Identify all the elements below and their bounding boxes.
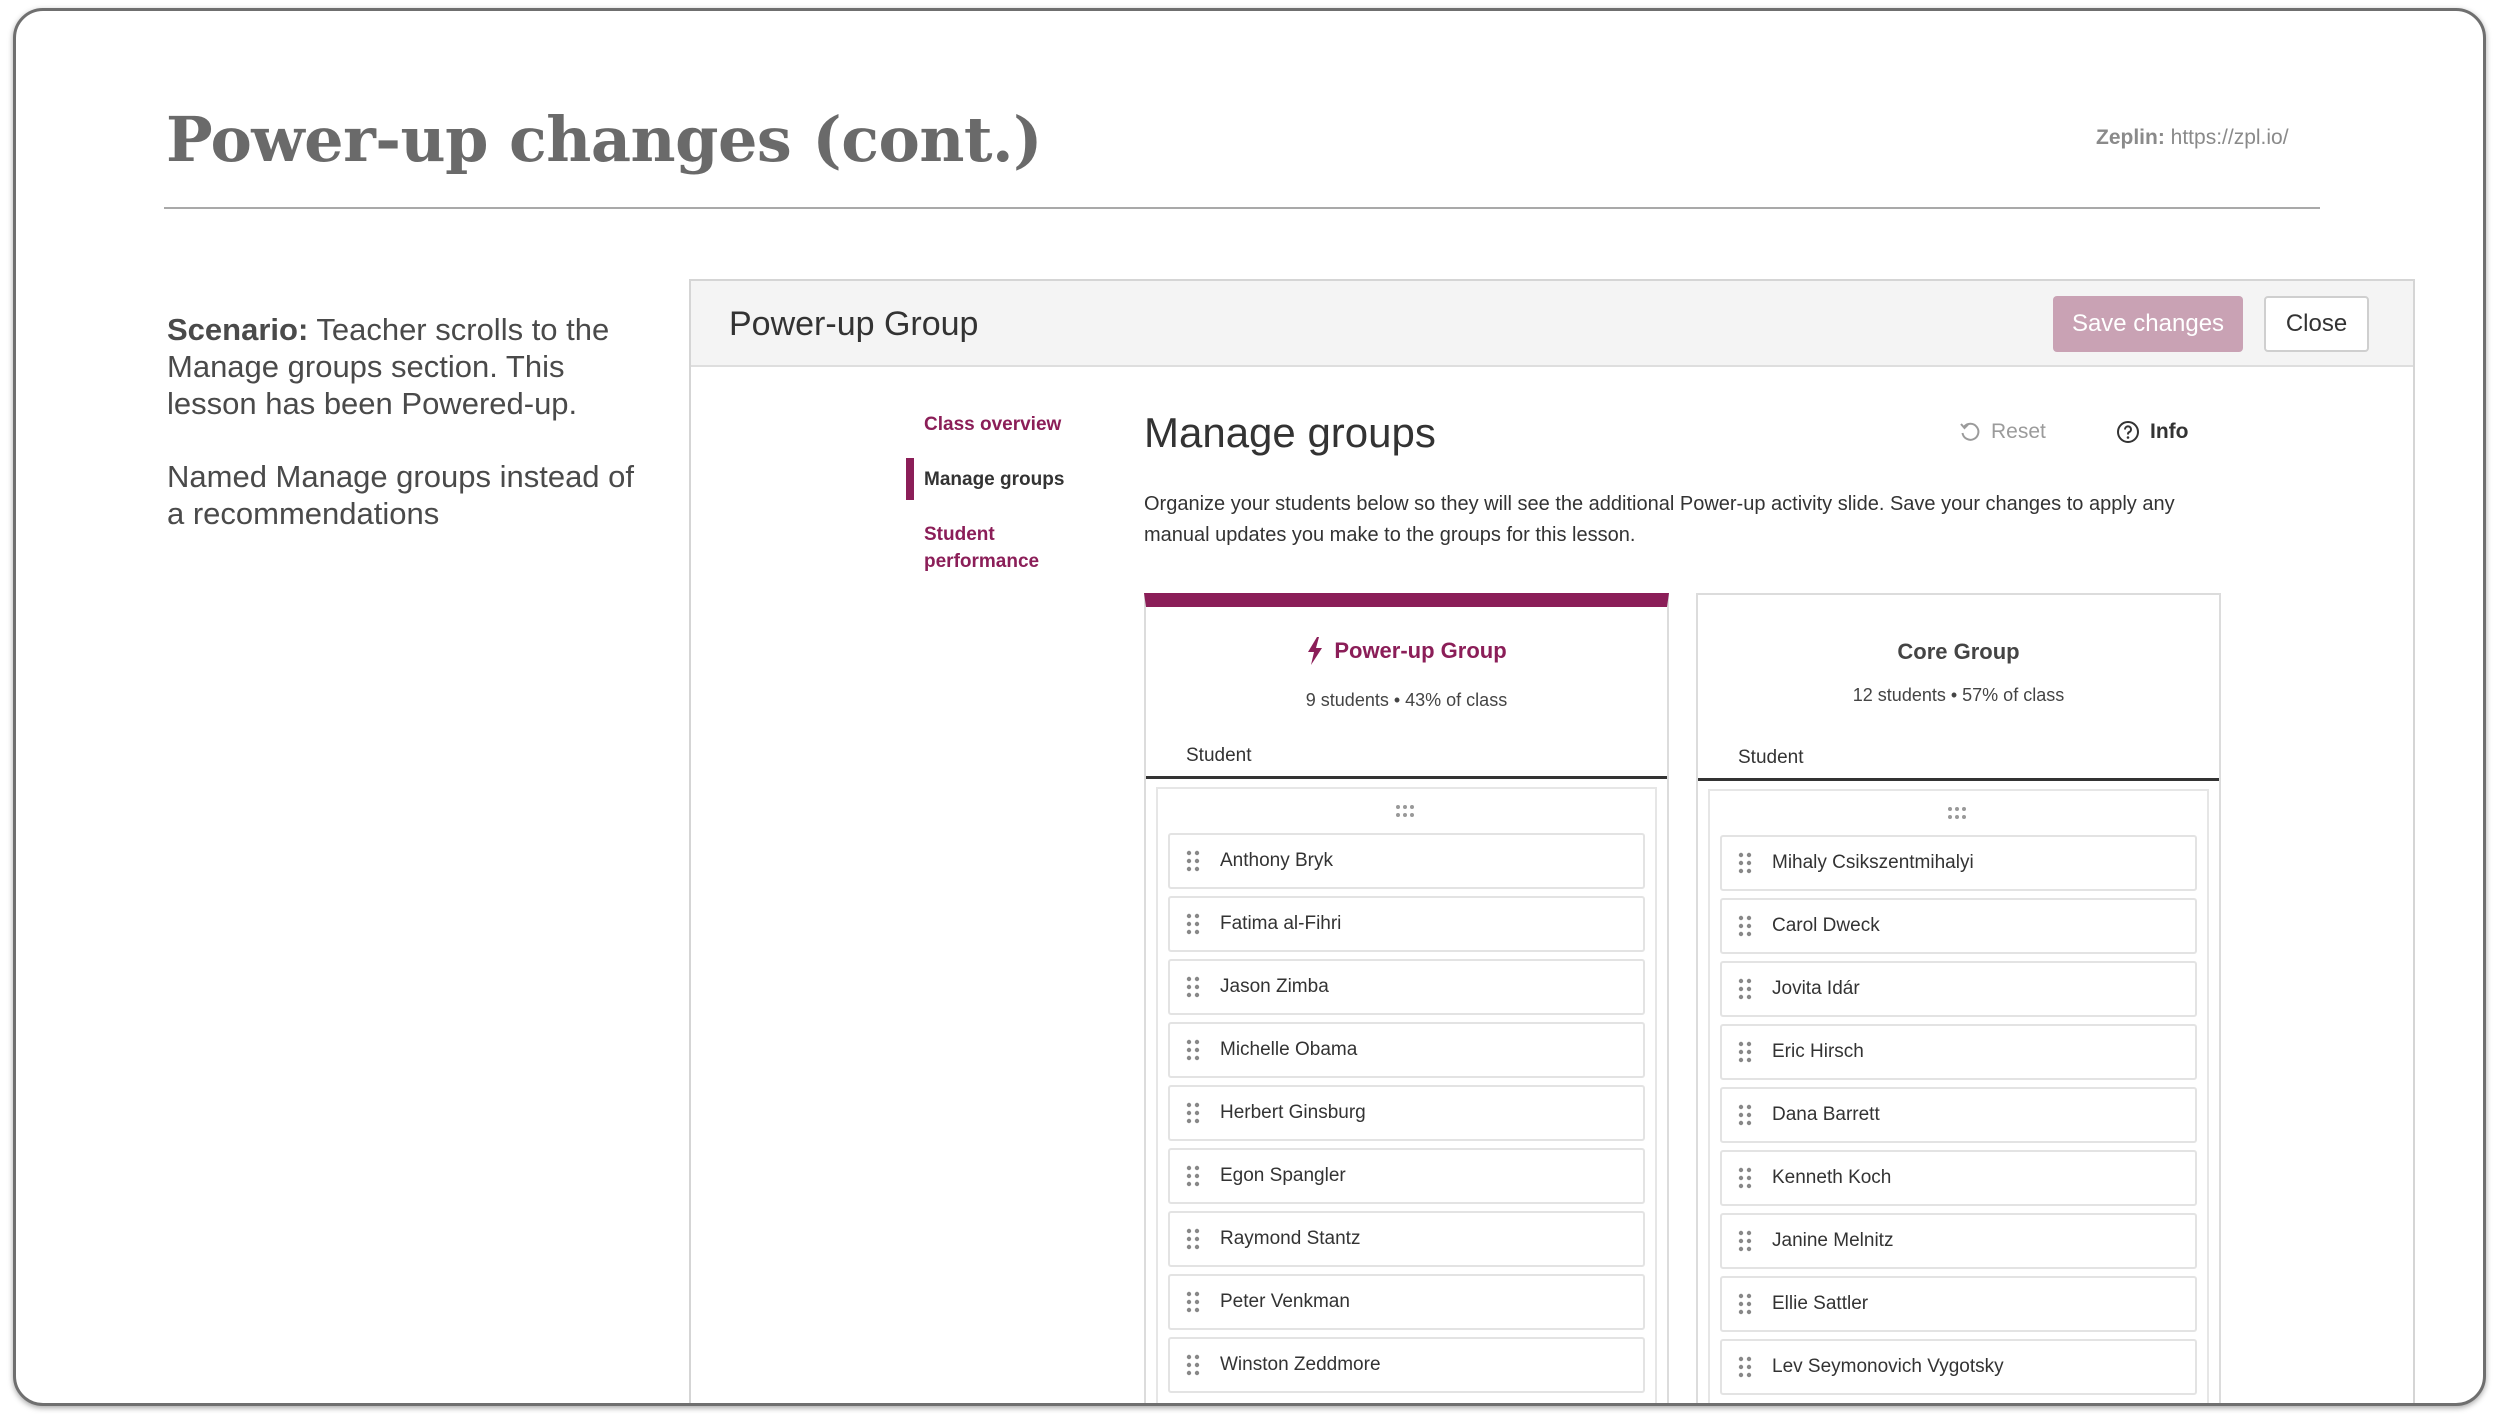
student-drop-list[interactable]: Anthony Bryk Fatima al-Fihri Jason Zimba Mi… (1156, 787, 1657, 1403)
student-row[interactable]: Dana Barrett (1720, 1087, 2197, 1143)
student-row[interactable]: Ellie Sattler (1720, 1276, 2197, 1332)
modal-header: Power-up Group Save changes Close (691, 281, 2413, 367)
drag-grip-icon[interactable] (1738, 1355, 1752, 1379)
drag-grip-icon[interactable] (1186, 1101, 1200, 1125)
student-name: Mihaly Csikszentmihalyi (1772, 852, 1974, 873)
scenario-note: Named Manage groups instead of a recomme… (167, 459, 635, 531)
scenario-lead: Scenario: (167, 312, 309, 347)
student-row[interactable]: Raymond Stantz (1168, 1211, 1645, 1267)
nav-item-class-overview[interactable]: Class overview (906, 411, 1061, 438)
drag-grip-icon[interactable] (1186, 1353, 1200, 1377)
slide-title: Power-up changes (cont.) (166, 103, 1042, 176)
scenario-notes: Scenario: Teacher scrolls to the Manage … (167, 311, 637, 568)
student-name: Janine Melnitz (1772, 1230, 1894, 1251)
modal-title: Power-up Group (729, 305, 979, 343)
student-name: Jason Zimba (1220, 976, 1329, 997)
student-name: Dana Barrett (1772, 1104, 1880, 1125)
student-name: Lev Seymonovich Vygotsky (1772, 1356, 2004, 1377)
student-row[interactable]: Fatima al-Fihri (1168, 896, 1645, 952)
close-button[interactable]: Close (2264, 296, 2369, 352)
drag-grip-icon[interactable] (1738, 977, 1752, 1001)
drag-grip-icon[interactable] (1186, 1290, 1200, 1314)
info-label: Info (2150, 420, 2189, 443)
power-up-modal: Power-up Group Save changes Close Class … (689, 279, 2415, 1403)
student-drop-list[interactable]: Mihaly Csikszentmihalyi Carol Dweck Jovita… (1708, 789, 2209, 1403)
section-description: Organize your students below so they wil… (1144, 493, 2175, 546)
student-name: Jovita Idár (1772, 978, 1860, 999)
student-row[interactable]: Carol Dweck (1720, 898, 2197, 954)
section-title: Manage groups (1144, 409, 1436, 456)
group-stats: 12 students • 57% of class (1852, 685, 2065, 705)
slide: Power-up changes (cont.) Zeplin: https:/… (13, 8, 2486, 1406)
reset-label: Reset (1991, 420, 2046, 443)
drag-grip-icon[interactable] (1738, 914, 1752, 938)
group-stats: 9 students • 43% of class (1305, 690, 1508, 710)
drag-grip-icon[interactable] (1738, 851, 1752, 875)
column-header-student: Student (1146, 745, 1667, 779)
student-row[interactable]: Winston Zeddmore (1168, 1337, 1645, 1393)
student-row[interactable]: Kenneth Koch (1720, 1150, 2197, 1206)
student-name: Fatima al-Fihri (1220, 913, 1342, 934)
student-row[interactable]: Herbert Ginsburg (1168, 1085, 1645, 1141)
drag-grip-icon[interactable] (1186, 975, 1200, 999)
student-row[interactable]: Jovita Idár (1720, 961, 2197, 1017)
reset-button[interactable]: Reset (1959, 420, 2046, 444)
student-list: Mihaly Csikszentmihalyi Carol Dweck Jovita… (1710, 835, 2207, 1395)
save-changes-button[interactable]: Save changes (2053, 296, 2243, 352)
student-row[interactable]: Mihaly Csikszentmihalyi (1720, 835, 2197, 891)
zeplin-link[interactable]: Zeplin: https://zpl.io/ (2096, 126, 2289, 150)
core-group-card: Core Group 12 students • 57% of class St… (1696, 593, 2221, 1403)
student-row[interactable]: Michelle Obama (1168, 1022, 1645, 1078)
student-row[interactable]: Peter Venkman (1168, 1274, 1645, 1330)
column-header-student: Student (1698, 747, 2219, 781)
student-name: Carol Dweck (1772, 915, 1880, 936)
help-circle-icon (2117, 421, 2139, 443)
zeplin-label: Zeplin: (2096, 126, 2165, 149)
group-name: Power-up Group (1334, 638, 1507, 663)
student-name: Herbert Ginsburg (1220, 1102, 1366, 1123)
student-name: Egon Spangler (1220, 1165, 1346, 1186)
group-name: Core Group (1897, 639, 2020, 664)
student-row[interactable]: Janine Melnitz (1720, 1213, 2197, 1269)
drag-grip-icon[interactable] (1738, 1292, 1752, 1316)
lightning-bolt-icon (1308, 637, 1323, 665)
drag-grip-icon[interactable] (1738, 1103, 1752, 1127)
drag-grip-icon[interactable] (1186, 849, 1200, 873)
student-name: Peter Venkman (1220, 1291, 1350, 1312)
drag-handle-icon[interactable] (1158, 789, 1655, 833)
student-name: Kenneth Koch (1772, 1167, 1892, 1188)
title-divider (164, 207, 2320, 209)
drag-handle-icon[interactable] (1710, 791, 2207, 835)
student-name: Raymond Stantz (1220, 1228, 1361, 1249)
student-row[interactable]: Anthony Bryk (1168, 833, 1645, 889)
drag-grip-icon[interactable] (1186, 1227, 1200, 1251)
nav-item-manage-groups[interactable]: Manage groups (906, 458, 1064, 500)
drag-grip-icon[interactable] (1186, 912, 1200, 936)
student-name: Winston Zeddmore (1220, 1354, 1381, 1375)
student-name: Ellie Sattler (1772, 1293, 1869, 1314)
student-row[interactable]: Eric Hirsch (1720, 1024, 2197, 1080)
student-row[interactable]: Jason Zimba (1168, 959, 1645, 1015)
nav-item-student-performance[interactable]: Student performance (906, 521, 1076, 575)
student-list: Anthony Bryk Fatima al-Fihri Jason Zimba Mi… (1158, 833, 1655, 1393)
student-name: Eric Hirsch (1772, 1041, 1864, 1062)
drag-grip-icon[interactable] (1738, 1040, 1752, 1064)
reset-icon (1960, 422, 1980, 441)
drag-grip-icon[interactable] (1738, 1166, 1752, 1190)
student-row[interactable]: Lev Seymonovich Vygotsky (1720, 1339, 2197, 1395)
drag-grip-icon[interactable] (1186, 1038, 1200, 1062)
info-button[interactable]: Info (2116, 420, 2188, 444)
power-up-group-card: Power-up Group 9 students • 43% of class… (1144, 593, 1669, 1403)
zeplin-url[interactable]: https://zpl.io/ (2171, 126, 2289, 149)
student-row[interactable]: Egon Spangler (1168, 1148, 1645, 1204)
drag-grip-icon[interactable] (1186, 1164, 1200, 1188)
student-name: Michelle Obama (1220, 1039, 1358, 1060)
drag-grip-icon[interactable] (1738, 1229, 1752, 1253)
student-name: Anthony Bryk (1220, 850, 1333, 871)
